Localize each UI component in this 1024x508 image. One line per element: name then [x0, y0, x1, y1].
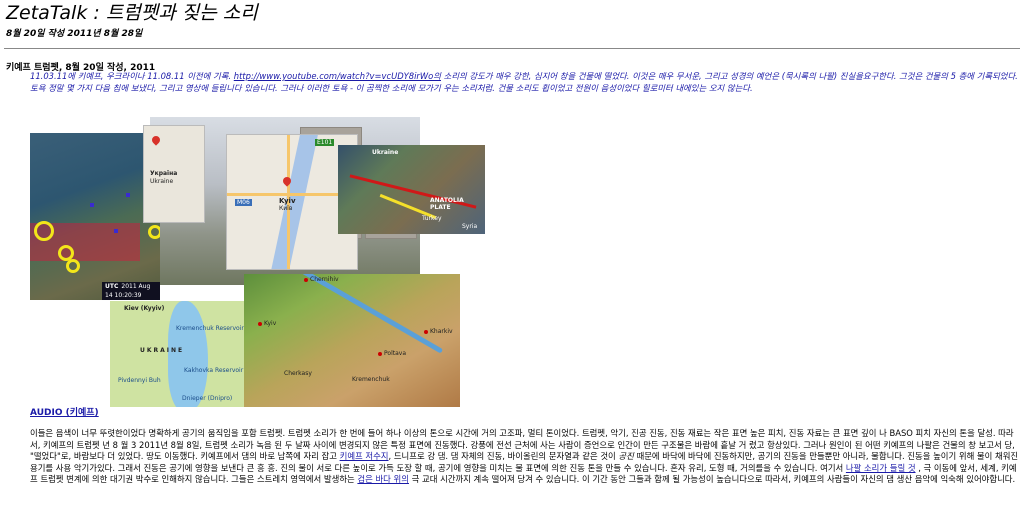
- city-marker: [304, 278, 308, 282]
- article-body: 이들은 음색이 너무 뚜렷한이었다 명확하게 공기의 움직임을 포함 트럼펫. …: [30, 428, 1020, 486]
- map-label: Kakhovka Reservoir: [184, 367, 244, 374]
- black-sea-link[interactable]: 검은 바다 위의: [357, 474, 409, 484]
- utc-timestamp: UTC 2011 Aug 14 10:20:39: [102, 282, 160, 300]
- map-label: Kremenchuk Reservoir: [176, 325, 244, 332]
- map-label: Poltava: [384, 350, 406, 357]
- quake-dot: [90, 203, 94, 207]
- map-label: Ukraine: [372, 149, 399, 156]
- resonance-term: 공진: [618, 451, 634, 461]
- trumpet-sounds-link[interactable]: 나팔 소리가 들릴 것: [846, 463, 916, 473]
- map-label: ANATOLIA PLATE: [430, 197, 464, 211]
- map-label: Ukraine: [150, 178, 174, 185]
- map-pin-icon: [150, 134, 162, 146]
- seismic-map: UTC 2011 Aug 14 10:20:39: [30, 133, 160, 300]
- map-label: Київ: [279, 205, 293, 212]
- audio-link[interactable]: AUDIO (키예프): [30, 405, 99, 418]
- kyiv-reservoir-link[interactable]: 키예프 저수지: [340, 451, 389, 461]
- map-label: Chernihiv: [310, 276, 339, 283]
- map-label: Cherkasy: [284, 370, 312, 377]
- map-label: Pivdennyi Buh: [118, 377, 161, 384]
- date-line: 8월 20일 작성 2011년 8월 28일: [6, 29, 143, 39]
- divider: [4, 48, 1020, 49]
- map-label: Kharkiv: [430, 328, 453, 335]
- road-sign: M06: [235, 199, 252, 206]
- map-label: Kyiv: [279, 197, 296, 205]
- reservoir: [168, 301, 208, 407]
- city-marker: [424, 330, 428, 334]
- city-marker: [258, 322, 262, 326]
- map-label: Kremenchuk: [352, 376, 390, 383]
- dnieper-river: [284, 274, 444, 354]
- quake-ring: [66, 259, 80, 273]
- quote-block: 11.03.11에 키예프, 우크라이나 11.08.11 이전에 기록. ht…: [30, 71, 1020, 94]
- map-label: Kiev (Kyyiv): [124, 305, 165, 312]
- tectonic-plate-map: Ukraine ANATOLIA PLATE Turkey Syria: [338, 145, 485, 234]
- map-label: Україна: [150, 170, 178, 177]
- ukraine-rivers-map: Kiev (Kyyiv) Kremenchuk Reservoir UKRAIN…: [110, 301, 252, 407]
- youtube-link[interactable]: http://www.youtube.com/watch?v=vcUDY8irW…: [234, 71, 441, 81]
- quake-ring: [34, 221, 54, 241]
- map-label: Dnieper (Dnipro): [182, 395, 233, 402]
- map-label: Syria: [462, 223, 478, 230]
- quake-dot: [126, 193, 130, 197]
- ukraine-mini-map: Україна Ukraine: [143, 125, 205, 223]
- quote-text-before: 11.03.11에 키예프, 우크라이나 11.08.11 이전에 기록.: [30, 71, 234, 81]
- map-label: UKRAINE: [140, 347, 185, 354]
- body-text: 극 교대 시간까지 계속 떨어져 당겨 수 있습니다. 이 기간 동안 그들과 …: [408, 474, 1016, 484]
- quake-ring: [148, 225, 160, 239]
- ukraine-relief-map: Chernihiv Kyiv Poltava Kharkiv Kremenchu…: [244, 274, 460, 407]
- city-marker: [378, 352, 382, 356]
- map-label: Kyiv: [264, 320, 277, 327]
- page-title: ZetaTalk : 트럼펫과 짖는 소리: [6, 2, 258, 24]
- map-label: Turkey: [422, 215, 442, 222]
- map-collage: UTC 2011 Aug 14 10:20:39 Україна Ukraine …: [30, 117, 490, 407]
- quake-dot: [114, 229, 118, 233]
- utc-label: UTC: [105, 283, 119, 290]
- road-sign: E101: [315, 139, 335, 146]
- body-text: , 드니프로 강 댐. 댐 자체의 진동, 바이올린의 문자열과 같은 것이: [388, 451, 619, 461]
